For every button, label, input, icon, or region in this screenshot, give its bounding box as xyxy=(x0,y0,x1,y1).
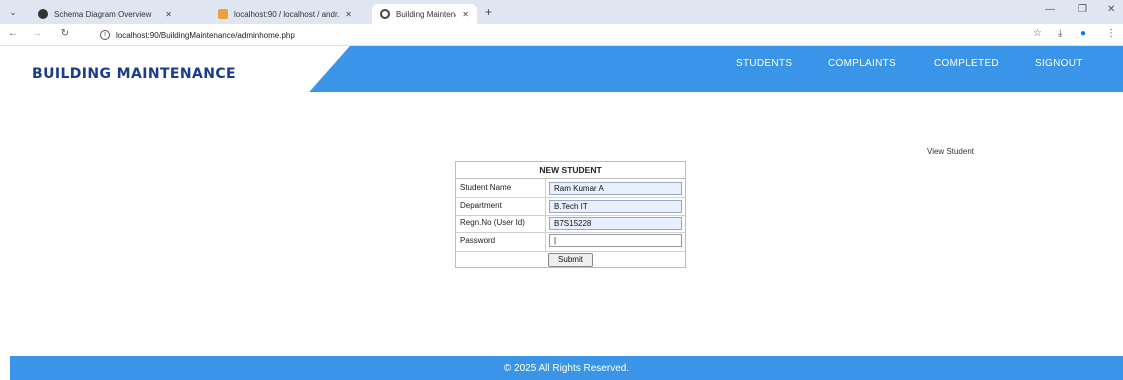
new-student-form: NEW STUDENT Student Name Ram Kumar A Dep… xyxy=(455,161,686,268)
regn-no-field[interactable]: B7S15228 xyxy=(549,217,682,230)
profile-icon[interactable]: ● xyxy=(1080,28,1086,39)
tab-search-icon[interactable]: ⌄ xyxy=(6,5,20,19)
bookmark-star-icon[interactable]: ☆ xyxy=(1033,28,1042,39)
close-tab-icon[interactable]: ✕ xyxy=(462,10,469,19)
view-student-link[interactable]: View Student xyxy=(927,147,974,156)
nav-completed[interactable]: COMPLETED xyxy=(934,58,999,69)
reload-icon[interactable]: ↻ xyxy=(58,28,72,39)
browser-menu-icon[interactable]: ⋮ xyxy=(1106,28,1116,39)
divider xyxy=(456,215,685,216)
restore-icon[interactable]: ❐ xyxy=(1078,4,1087,15)
divider xyxy=(456,178,685,179)
back-icon[interactable]: ← xyxy=(6,28,20,39)
new-tab-icon[interactable]: + xyxy=(485,5,492,19)
loading-favicon-icon xyxy=(380,9,390,19)
regn-no-label: Regn.No (User Id) xyxy=(460,218,525,227)
site-header: BUILDING MAINTENANCE STUDENTS COMPLAINTS… xyxy=(10,46,1123,92)
department-label: Department xyxy=(460,201,502,210)
student-name-label: Student Name xyxy=(460,183,512,192)
submit-button[interactable]: Submit xyxy=(548,253,593,267)
minimize-icon[interactable]: — xyxy=(1045,4,1055,15)
address-bar[interactable]: i localhost:90/BuildingMaintenance/admin… xyxy=(100,27,1000,43)
student-name-field[interactable]: Ram Kumar A xyxy=(549,182,682,195)
department-field[interactable]: B.Tech IT xyxy=(549,200,682,213)
divider xyxy=(456,197,685,198)
divider xyxy=(456,251,685,252)
forward-icon[interactable]: → xyxy=(30,28,44,39)
tab-schema-diagram[interactable]: Schema Diagram Overview ✕ xyxy=(30,4,180,24)
form-title: NEW STUDENT xyxy=(539,165,602,175)
site-info-icon[interactable]: i xyxy=(100,30,110,40)
nav-students[interactable]: STUDENTS xyxy=(736,58,792,69)
site-logo[interactable]: BUILDING MAINTENANCE xyxy=(32,66,236,82)
tab-building-maintenance[interactable]: Building Maintenance ✕ xyxy=(372,4,477,24)
divider xyxy=(456,232,685,233)
site-footer: © 2025 All Rights Reserved. xyxy=(10,356,1123,380)
url-text: localhost:90/BuildingMaintenance/adminho… xyxy=(116,30,295,40)
nav-complaints[interactable]: COMPLAINTS xyxy=(828,58,896,69)
close-tab-icon[interactable]: ✕ xyxy=(345,10,352,19)
tab-phpmyadmin[interactable]: localhost:90 / localhost / andr... ✕ xyxy=(210,4,360,24)
browser-toolbar: ← → ↻ i localhost:90/BuildingMaintenance… xyxy=(0,24,1123,46)
close-window-icon[interactable]: ✕ xyxy=(1107,4,1115,15)
browser-tab-bar: ⌄ Schema Diagram Overview ✕ localhost:90… xyxy=(0,0,1123,24)
site-favicon-icon xyxy=(38,9,48,19)
nav-signout[interactable]: SIGNOUT xyxy=(1035,58,1083,69)
copyright-text: © 2025 All Rights Reserved. xyxy=(503,363,630,374)
password-field[interactable]: | xyxy=(549,234,682,247)
download-icon[interactable]: ⤓ xyxy=(1058,28,1062,39)
close-tab-icon[interactable]: ✕ xyxy=(165,10,172,19)
phpmyadmin-favicon-icon xyxy=(218,9,228,19)
password-label: Password xyxy=(460,236,496,245)
